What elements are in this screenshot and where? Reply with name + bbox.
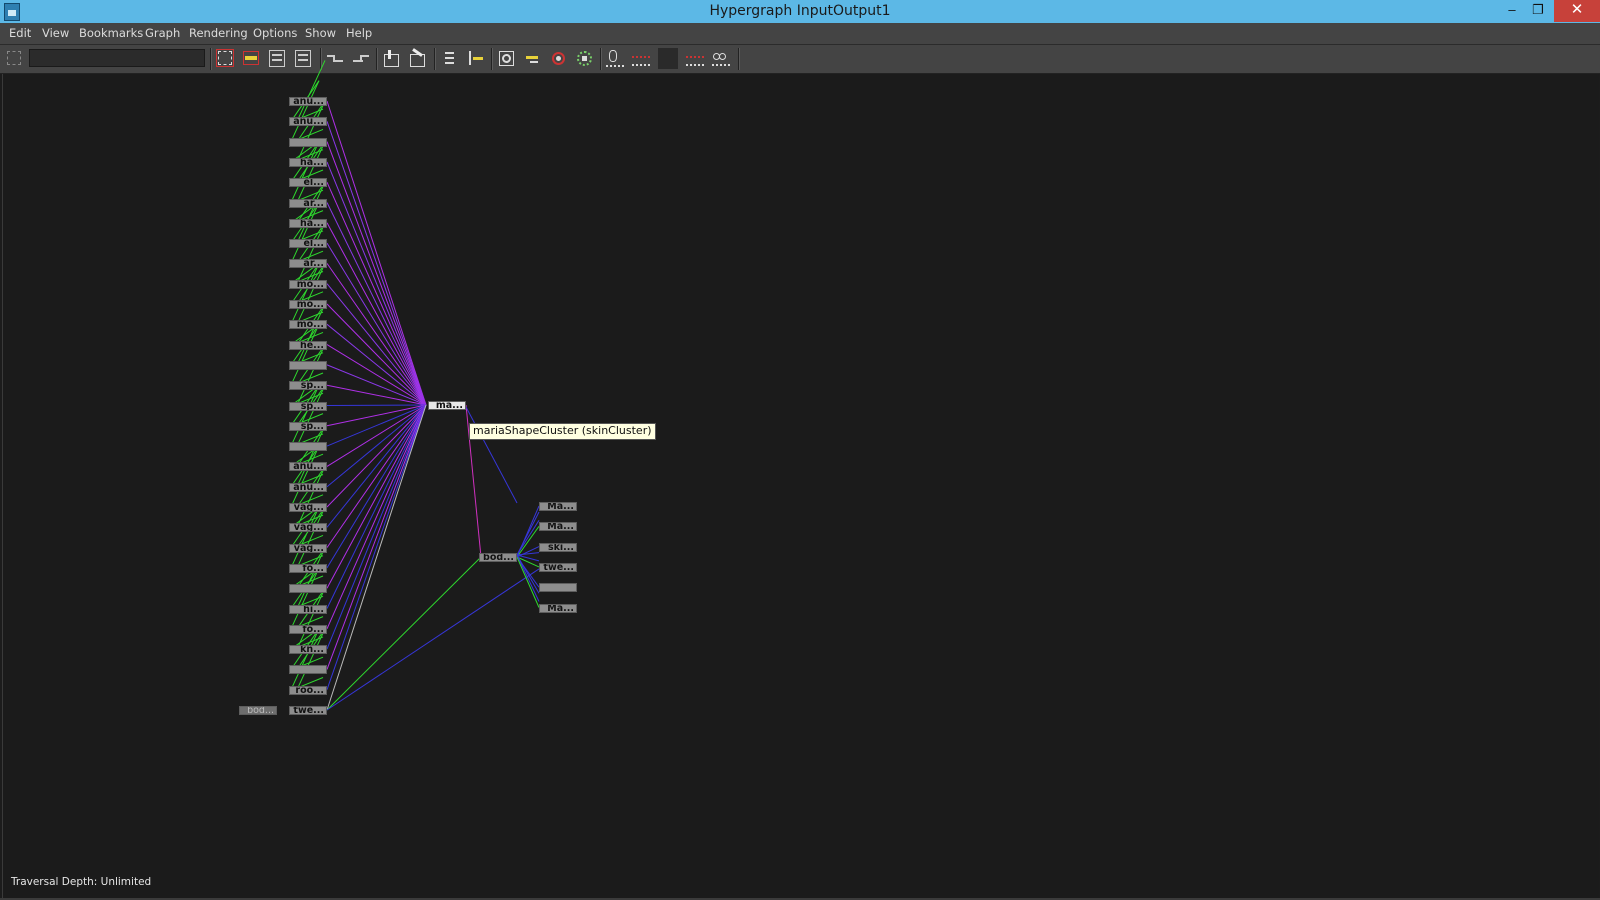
output-node[interactable]: Ma... [539, 522, 577, 532]
connection-wire [296, 263, 326, 325]
connection-wire [326, 404, 427, 406]
connection-wire [326, 242, 427, 406]
hypergraph-node[interactable]: ar... [289, 198, 327, 208]
hypergraph-node[interactable]: el... [289, 239, 327, 249]
connection-wire [296, 384, 326, 447]
connection-wires [290, 60, 540, 711]
hypergraph-node[interactable]: anu... [289, 97, 327, 106]
hypergraph-node[interactable]: ha... [289, 218, 327, 228]
connection-wire [326, 404, 427, 589]
connection-wire [465, 406, 518, 504]
connection-wire [326, 181, 427, 406]
connection-wire [516, 520, 540, 556]
hypergraph-node[interactable] [289, 442, 327, 452]
hypergraph-node[interactable]: sp... [289, 421, 327, 431]
connection-wire [296, 547, 326, 609]
traversal-depth-status: Traversal Depth: Unlimited [11, 876, 152, 888]
hypergraph-node[interactable]: ha... [289, 157, 327, 167]
hypergraph-node[interactable]: anu... [289, 462, 327, 472]
hypergraph-node[interactable]: anu... [289, 482, 327, 492]
connection-wire [296, 506, 326, 569]
hypergraph-node[interactable]: anu... [289, 117, 327, 127]
body-shape-node[interactable]: bod... [239, 706, 277, 715]
hypergraph-node[interactable]: vag... [289, 543, 327, 553]
connection-wire [326, 404, 427, 569]
hypergraph-node[interactable]: roo... [289, 685, 327, 695]
connection-wire [296, 181, 326, 244]
hypergraph-node[interactable]: sp... [289, 401, 327, 411]
hypergraph-node[interactable]: mo... [289, 279, 327, 289]
connection-wire [326, 404, 427, 508]
connection-wire [326, 556, 482, 711]
connection-wire [296, 60, 326, 122]
connection-wire [326, 384, 427, 406]
hypergraph-node[interactable]: mo... [289, 320, 327, 330]
connection-wire [326, 404, 427, 670]
connection-wire [326, 404, 427, 690]
connection-wire [326, 404, 427, 630]
connection-wire [296, 628, 326, 690]
node-tooltip: mariaShapeCluster (skinCluster) [469, 423, 656, 440]
skin-cluster-node[interactable]: ma... [428, 401, 466, 410]
connection-wire [326, 303, 427, 406]
hypergraph-node[interactable]: he... [289, 340, 327, 350]
connection-wire [326, 568, 540, 711]
hypergraph-node[interactable]: el... [289, 178, 327, 188]
output-node[interactable]: Ma... [539, 603, 577, 613]
hypergraph-node[interactable] [289, 584, 327, 594]
hypergraph-node[interactable]: fo... [289, 563, 327, 573]
hypergraph-node[interactable] [289, 137, 327, 147]
connection-wire [326, 404, 427, 528]
hypergraph-node[interactable]: vag... [289, 523, 327, 533]
connection-wire [326, 161, 427, 406]
connection-wire [296, 303, 326, 366]
connection-wire [296, 425, 326, 487]
connection-wire [296, 141, 326, 203]
hypergraph-node[interactable] [289, 360, 327, 370]
connection-wire [326, 404, 427, 711]
hypergraph-node[interactable]: mo... [289, 300, 327, 309]
connection-wire [326, 283, 427, 406]
output-node[interactable]: ski... [539, 542, 577, 552]
hypergraph-node[interactable] [289, 665, 327, 675]
body-node[interactable]: bod... [479, 553, 517, 562]
hypergraph-node[interactable]: hi... [289, 604, 327, 614]
hypergraph-node[interactable]: vag... [289, 503, 327, 512]
connection-wire [326, 121, 427, 406]
output-node[interactable]: Ma... [539, 502, 577, 511]
connection-wire [326, 141, 427, 406]
hypergraph-node[interactable]: sp... [289, 381, 327, 391]
output-node[interactable] [539, 583, 577, 593]
output-node[interactable]: twe... [539, 562, 577, 572]
connection-wire [326, 222, 427, 406]
tweak-node[interactable]: twe... [289, 706, 327, 715]
connection-wire [326, 100, 427, 406]
hypergraph-node[interactable]: kn... [289, 645, 327, 655]
connection-wire [516, 554, 540, 594]
hypergraph-node[interactable]: fo... [289, 624, 327, 634]
hypergraph-node[interactable]: ar... [289, 259, 327, 269]
